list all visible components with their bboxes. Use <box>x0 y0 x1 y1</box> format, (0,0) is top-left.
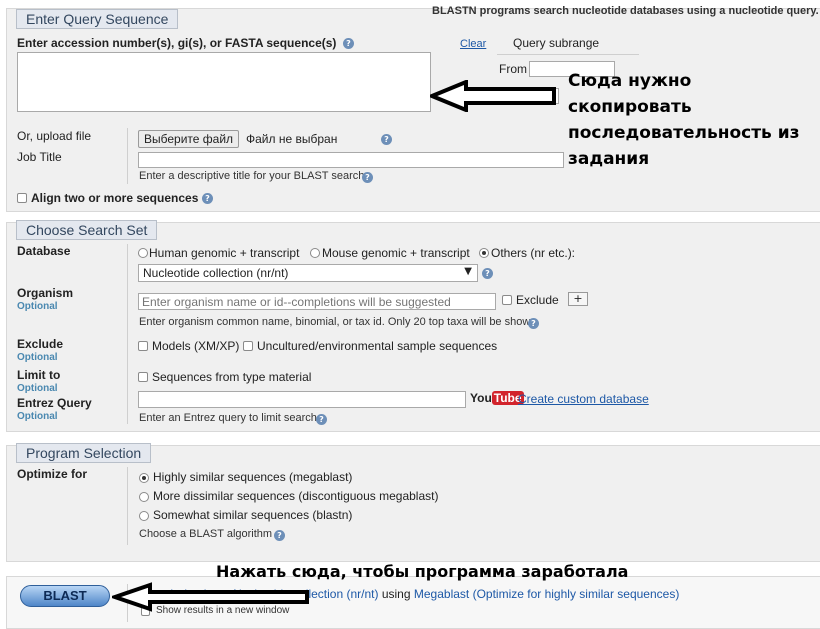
add-organism-button[interactable]: + <box>568 292 588 306</box>
query-label: Enter accession number(s), gi(s), or FAS… <box>17 36 337 50</box>
megablast-label: Highly similar sequences (megablast) <box>153 470 353 484</box>
youtube-you: You <box>470 391 492 405</box>
help-icon[interactable]: ? <box>362 172 373 183</box>
help-icon[interactable]: ? <box>381 134 392 145</box>
youtube-icon[interactable]: You Tube <box>470 391 524 407</box>
search-set-divider <box>127 244 128 424</box>
exclude-models-checkbox[interactable] <box>138 341 148 351</box>
summary-using: using <box>381 587 411 601</box>
organism-hint: Enter organism common name, binomial, or… <box>139 316 537 328</box>
help-icon[interactable]: ? <box>482 268 493 279</box>
limit-type-label: Sequences from type material <box>152 370 312 384</box>
organism-exclude-checkbox[interactable] <box>502 295 512 305</box>
job-title-label: Job Title <box>17 150 62 164</box>
help-icon[interactable]: ? <box>528 318 539 329</box>
top-note: BLASTN programs search nucleotide databa… <box>432 5 820 17</box>
arrow-to-textarea <box>430 80 556 112</box>
help-icon[interactable]: ? <box>343 38 354 49</box>
clear-link[interactable]: Clear <box>460 38 486 50</box>
megablast-radio[interactable] <box>139 473 149 483</box>
entrez-input[interactable] <box>138 391 466 408</box>
database-select[interactable]: Nucleotide collection (nr/nt) ▼ <box>138 264 478 282</box>
job-title-input[interactable] <box>138 152 564 168</box>
dc-megablast-radio[interactable] <box>139 492 149 502</box>
program-section: Program Selection <box>6 443 820 562</box>
db-mouse-label: Mouse genomic + transcript <box>322 246 470 260</box>
query-legend: Enter Query Sequence <box>16 9 179 29</box>
exclude-models-label: Models (XM/XP) <box>152 339 240 353</box>
program-legend: Program Selection <box>16 443 152 463</box>
choose-file-button[interactable]: Выберите файл <box>138 130 240 148</box>
blastn-label: Somewhat similar sequences (blastn) <box>153 508 353 522</box>
organism-exclude-label: Exclude <box>516 293 559 307</box>
upload-label: Or, upload file <box>17 129 92 143</box>
arrow-to-blast <box>112 582 309 612</box>
help-icon[interactable]: ? <box>274 530 285 541</box>
entrez-optional: Optional <box>17 411 58 422</box>
job-title-divider <box>127 128 128 184</box>
annotation-line3: последовательность из <box>568 123 800 143</box>
help-icon[interactable]: ? <box>316 414 327 425</box>
db-others-label: Others (nr etc.): <box>491 246 576 260</box>
chevron-down-icon: ▼ <box>464 266 472 277</box>
limit-type-checkbox[interactable] <box>138 372 148 382</box>
exclude-label: Exclude <box>17 337 64 351</box>
program-divider <box>127 467 128 545</box>
align-checkbox[interactable] <box>17 193 27 203</box>
organism-label: Organism <box>17 286 74 300</box>
query-subrange-title: Query subrange <box>513 36 600 50</box>
query-textarea[interactable] <box>17 52 431 112</box>
organism-optional: Optional <box>17 301 58 312</box>
annotation-line4: задания <box>568 149 650 169</box>
program-hint: Choose a BLAST algorithm <box>139 528 273 540</box>
create-custom-db-link[interactable]: Create custom database <box>518 392 649 406</box>
summary-algo: Megablast (Optimize for highly similar s… <box>413 587 680 601</box>
blastn-radio[interactable] <box>139 511 149 521</box>
search-set-legend: Choose Search Set <box>16 220 158 240</box>
database-selected: Nucleotide collection (nr/nt) <box>143 266 289 280</box>
db-others-radio[interactable] <box>479 248 489 258</box>
db-human-label: Human genomic + transcript <box>149 246 300 260</box>
top-note-text: BLASTN programs search nucleotide databa… <box>432 5 819 17</box>
db-human-radio[interactable] <box>138 248 148 258</box>
limit-label: Limit to <box>17 368 61 382</box>
job-title-hint: Enter a descriptive title for your BLAST… <box>139 170 365 182</box>
entrez-hint: Enter an Entrez query to limit search <box>139 412 317 424</box>
optimize-label: Optimize for <box>17 467 88 481</box>
db-mouse-radio[interactable] <box>310 248 320 258</box>
blast-button[interactable]: BLAST <box>20 585 110 607</box>
exclude-uncultured-label: Uncultured/environmental sample sequence… <box>257 339 498 353</box>
entrez-label: Entrez Query <box>17 396 92 410</box>
organism-input[interactable] <box>138 293 496 310</box>
help-icon[interactable]: ? <box>202 193 213 204</box>
database-label: Database <box>17 244 71 258</box>
no-file-text: Файл не выбран <box>246 132 338 146</box>
exclude-optional: Optional <box>17 352 58 363</box>
dc-megablast-label: More dissimilar sequences (discontiguous… <box>153 489 439 503</box>
annotation-line1: Сюда нужно <box>568 71 692 91</box>
from-label: From <box>499 62 527 76</box>
limit-optional: Optional <box>17 383 58 394</box>
annotation-line2: скопировать <box>568 97 692 117</box>
align-label: Align two or more sequences <box>31 191 199 205</box>
exclude-uncultured-checkbox[interactable] <box>243 341 253 351</box>
subrange-divider <box>497 54 639 55</box>
